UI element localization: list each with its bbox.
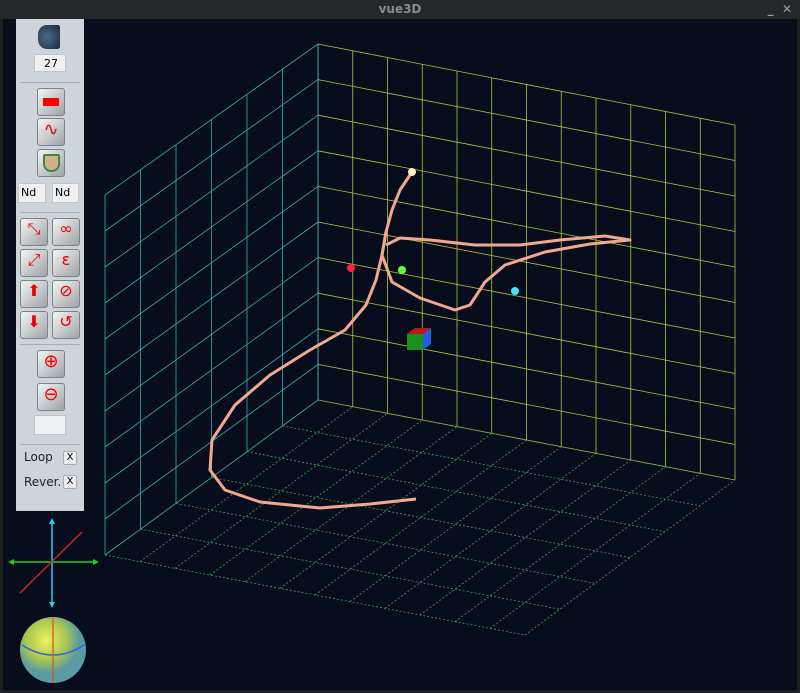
mirror-horizontal-button[interactable]: ∞ [52, 218, 80, 246]
grid-line [174, 413, 388, 569]
red-marker[interactable] [347, 264, 355, 272]
trajectory-loop [380, 231, 632, 312]
center-object-button[interactable] [37, 88, 65, 116]
counter-field[interactable]: 27 [34, 54, 66, 72]
floor-grid [104, 399, 736, 636]
3d-viewport[interactable] [3, 19, 797, 690]
grid-line [489, 473, 701, 629]
grid-line [139, 406, 353, 562]
close-button[interactable]: ✕ [782, 2, 792, 16]
return-icon: ↺ [59, 312, 73, 331]
diagonal-mirror-icon: ⊘ [59, 281, 73, 300]
move-down-button[interactable]: ⬇ [20, 311, 48, 339]
grid-line [175, 502, 596, 584]
reverse-label: Rever. [24, 475, 62, 489]
grid-line [209, 419, 423, 576]
arrow-down-block-icon: ⬇ [27, 312, 41, 331]
window-title: vue3D [378, 2, 422, 16]
orientation-sphere[interactable] [20, 617, 86, 683]
sound-icon[interactable] [38, 25, 60, 49]
trajectory-path [208, 171, 417, 510]
wave-icon: ∿ [43, 119, 59, 140]
expand-button[interactable]: ⤡ [20, 218, 48, 246]
stopwatch-plus-icon: ⊕ [43, 351, 59, 372]
scene-canvas[interactable] [3, 19, 797, 690]
shield-icon [43, 154, 60, 172]
timer-add-button[interactable]: ⊕ [37, 350, 65, 378]
expand-arrows-icon: ⤡ [27, 219, 41, 238]
cube-object[interactable] [407, 328, 431, 350]
move-up-button[interactable]: ⬆ [20, 280, 48, 308]
timer-remove-button[interactable]: ⊖ [37, 383, 65, 411]
minimize-button[interactable]: _ [768, 2, 774, 16]
grid-line [211, 477, 631, 558]
shrink-button[interactable]: ⤢ [20, 249, 48, 277]
loop-return-button[interactable]: ↺ [52, 311, 80, 339]
arrow-up-block-icon: ⬆ [27, 281, 41, 300]
reverse-toggle[interactable]: X [63, 475, 77, 489]
red-block-icon [43, 98, 59, 106]
shrink-arrows-icon: ⤢ [27, 250, 41, 269]
cyan-marker[interactable] [511, 287, 519, 295]
axis-gizmo [8, 518, 99, 608]
grid-line [454, 466, 666, 622]
horizontal-mirror-icon: ∞ [59, 219, 73, 238]
trajectory-start-marker [408, 168, 416, 176]
tool-panel: 27 ∿ Nd Nd ⤡ ∞ ⤢ ε ⬆ ⊘ ⬇ ↺ ⊕ ⊖ Loop X Re… [16, 19, 84, 511]
mirror-vertical-button[interactable]: ε [52, 249, 80, 277]
loop-label: Loop [24, 450, 53, 464]
grid-line [246, 451, 666, 533]
vertical-mirror-icon: ε [61, 250, 71, 269]
left-wall-grid [104, 43, 319, 556]
mirror-diagonal-button[interactable]: ⊘ [52, 280, 80, 308]
blank-input[interactable] [34, 415, 66, 435]
loop-toggle[interactable]: X [63, 451, 77, 465]
grid-line [140, 528, 561, 610]
nd-field-b[interactable]: Nd [52, 183, 79, 203]
curve-graph-button[interactable]: ∿ [37, 118, 65, 146]
stopwatch-minus-icon: ⊖ [43, 384, 59, 405]
grid-line [282, 425, 701, 507]
green-marker[interactable] [398, 266, 406, 274]
nd-field-a[interactable]: Nd [18, 183, 46, 203]
title-bar: vue3D _ ✕ [0, 0, 800, 19]
layer-shield-button[interactable] [37, 149, 65, 177]
grid-line [419, 459, 631, 616]
